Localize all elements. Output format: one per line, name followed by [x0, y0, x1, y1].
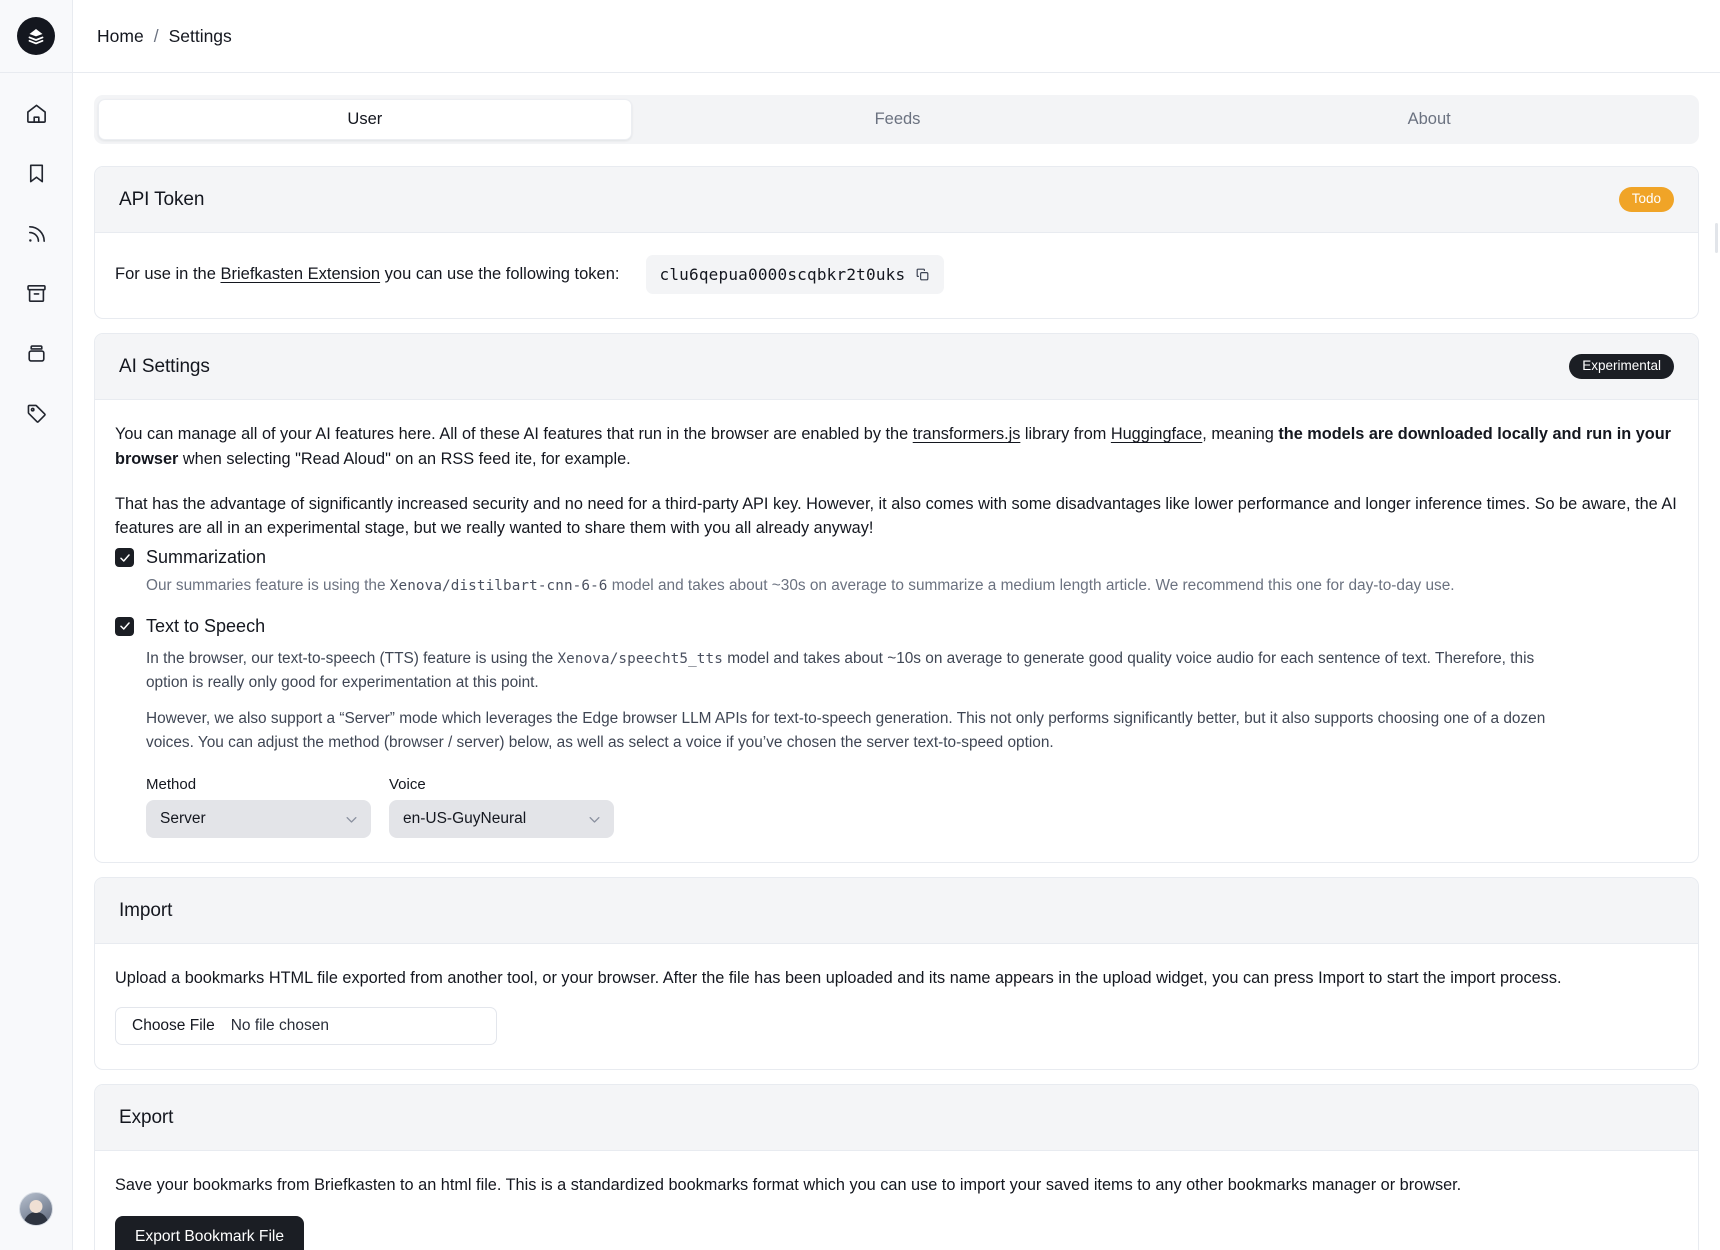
status-badge-todo: Todo	[1618, 186, 1674, 213]
import-card: Import Upload a bookmarks HTML file expo…	[94, 877, 1699, 1071]
breadcrumb: Home / Settings	[97, 26, 232, 47]
tts-description-2: However, we also support a “Server” mode…	[146, 709, 1546, 751]
breadcrumb-home[interactable]: Home	[97, 26, 144, 47]
voice-select[interactable]: en-US-GuyNeural	[389, 800, 614, 839]
ai-intro-part2: library from	[1024, 425, 1107, 443]
api-token-card: API Token Todo For use in the Briefkaste…	[94, 166, 1699, 319]
ai-intro-part4: when selecting "Read Aloud" on an RSS fe…	[182, 449, 631, 468]
export-card: Export Save your bookmarks from Briefkas…	[94, 1084, 1699, 1250]
summarization-description: Our summaries feature is using the Xenov…	[146, 574, 1576, 598]
sidebar-item-home[interactable]	[19, 99, 53, 133]
settings-tabs: User Feeds About	[94, 95, 1699, 144]
ai-intro-part1: You can manage all of your AI features h…	[115, 425, 909, 443]
sidebar-item-archive[interactable]	[19, 279, 53, 313]
tts-block: Text to Speech In the browser, our text-…	[115, 616, 1678, 839]
tag-icon	[25, 402, 48, 430]
tts-model: Xenova/speecht5_tts	[557, 650, 723, 667]
status-badge-experimental: Experimental	[1569, 353, 1674, 380]
file-status-label: No file chosen	[230, 1017, 329, 1035]
sidebar	[0, 0, 73, 1250]
summarization-block: Summarization Our summaries feature is u…	[115, 547, 1678, 598]
api-token-body: For use in the Briefkasten Extension you…	[95, 233, 1698, 318]
tts-checkbox[interactable]	[115, 616, 134, 636]
settings-content: User Feeds About API Token Todo For use …	[73, 73, 1720, 1250]
method-label: Method	[146, 776, 197, 794]
tab-about[interactable]: About	[1163, 99, 1695, 140]
briefkasten-extension-link[interactable]: Briefkasten Extension	[220, 265, 380, 284]
bookmark-icon	[25, 162, 48, 190]
export-bookmark-file-button[interactable]: Export Bookmark File	[115, 1215, 305, 1250]
import-header: Import	[95, 878, 1698, 945]
chevron-down-icon	[344, 812, 359, 827]
choose-file-button[interactable]: Choose File	[132, 1017, 215, 1035]
scrollbar[interactable]	[1715, 223, 1718, 253]
summarization-row: Summarization	[115, 547, 1678, 568]
ai-settings-card: AI Settings Experimental You can manage …	[94, 333, 1699, 864]
tts-controls: Method Server Voice en-US-GuyNeural	[146, 776, 1678, 839]
breadcrumb-separator: /	[153, 25, 159, 46]
method-group: Method Server	[146, 776, 371, 839]
export-body: Save your bookmarks from Briefkasten to …	[95, 1151, 1698, 1250]
api-token-row: For use in the Briefkasten Extension you…	[115, 255, 1678, 294]
main-area: Home / Settings User Feeds About API Tok…	[73, 0, 1720, 1250]
import-title: Import	[119, 899, 173, 921]
tts-row: Text to Speech	[115, 616, 1678, 637]
api-token-header: API Token Todo	[95, 167, 1698, 233]
import-body: Upload a bookmarks HTML file exported fr…	[95, 944, 1698, 1069]
archive-icon	[25, 282, 48, 310]
export-header: Export	[95, 1085, 1698, 1152]
sidebar-item-collections[interactable]	[19, 339, 53, 373]
tts-desc1-before: In the browser, our text-to-speech (TTS)…	[146, 649, 554, 667]
export-title: Export	[119, 1106, 174, 1128]
box-icon	[25, 342, 48, 370]
api-token-title: API Token	[119, 188, 205, 210]
voice-group: Voice en-US-GuyNeural	[389, 776, 614, 839]
api-token-value-pill[interactable]: clu6qepua0000scqbkr2t0uks	[645, 255, 945, 294]
sidebar-item-bookmarks[interactable]	[19, 159, 53, 193]
home-icon	[25, 102, 48, 130]
voice-value: en-US-GuyNeural	[403, 810, 527, 828]
summarization-label: Summarization	[146, 547, 267, 568]
sidebar-item-tags[interactable]	[19, 399, 53, 433]
ai-disclaimer-paragraph: That has the advantage of significantly …	[115, 494, 1677, 538]
logo-container	[0, 0, 72, 73]
method-value: Server	[160, 810, 206, 828]
ai-intro-paragraph: You can manage all of your AI features h…	[115, 422, 1678, 472]
summarization-desc-before: Our summaries feature is using the	[146, 577, 386, 595]
briefkasten-logo-icon[interactable]	[17, 17, 55, 55]
transformers-js-link[interactable]: transformers.js	[913, 425, 1021, 443]
summarization-checkbox[interactable]	[115, 548, 134, 568]
huggingface-link[interactable]: Huggingface	[1111, 425, 1202, 443]
sidebar-item-feeds[interactable]	[19, 219, 53, 253]
api-token-value: clu6qepua0000scqbkr2t0uks	[659, 265, 906, 284]
tts-label: Text to Speech	[146, 615, 266, 636]
breadcrumb-settings[interactable]: Settings	[169, 26, 232, 47]
copy-icon[interactable]	[915, 267, 930, 282]
rss-icon	[25, 222, 48, 250]
ai-settings-header: AI Settings Experimental	[95, 334, 1698, 400]
api-token-text-after: you can use the following token:	[384, 265, 620, 283]
chevron-down-icon	[587, 812, 602, 827]
ai-intro-part3: , meaning	[1202, 425, 1274, 443]
app-root: Home / Settings User Feeds About API Tok…	[0, 0, 1720, 1250]
sidebar-nav	[19, 99, 53, 433]
ai-settings-title: AI Settings	[119, 355, 210, 377]
summarization-desc-after: model and takes about ~30s on average to…	[611, 577, 1455, 595]
ai-settings-body: You can manage all of your AI features h…	[95, 400, 1698, 862]
export-description: Save your bookmarks from Briefkasten to …	[115, 1176, 1462, 1195]
import-description: Upload a bookmarks HTML file exported fr…	[115, 969, 1562, 988]
topbar: Home / Settings	[73, 0, 1720, 73]
summarization-model: Xenova/distilbart-cnn-6-6	[389, 578, 608, 595]
import-file-input[interactable]: Choose File No file chosen	[115, 1007, 497, 1046]
method-select[interactable]: Server	[146, 800, 371, 839]
avatar[interactable]	[19, 1192, 53, 1226]
voice-label: Voice	[389, 776, 426, 794]
tts-description-1: In the browser, our text-to-speech (TTS)…	[146, 647, 1576, 695]
api-token-text-before: For use in the	[115, 265, 216, 283]
tab-feeds[interactable]: Feeds	[632, 99, 1164, 140]
tab-user[interactable]: User	[98, 99, 632, 140]
